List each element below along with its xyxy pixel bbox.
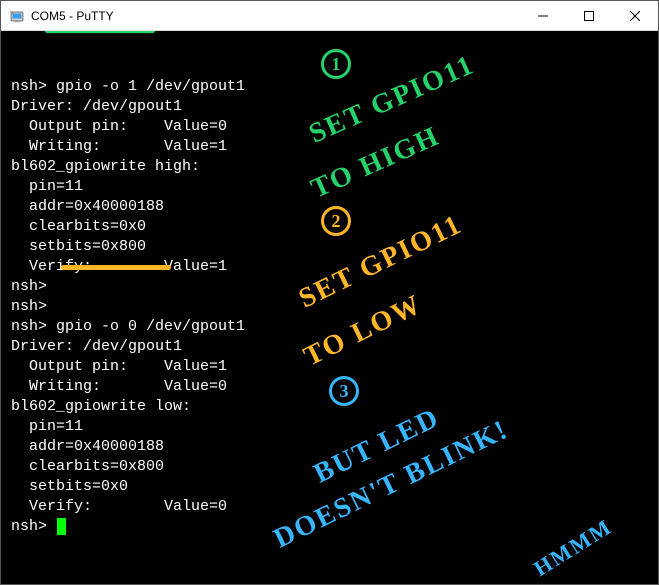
terminal-cursor: [57, 518, 66, 535]
terminal-line: nsh>: [11, 297, 648, 317]
terminal-line: Verify: Value=1: [11, 257, 648, 277]
annotation-number-1: 1: [321, 49, 351, 79]
window-controls: [520, 1, 658, 30]
maximize-button[interactable]: [566, 1, 612, 30]
terminal-line: Writing: Value=0: [11, 377, 648, 397]
terminal-area[interactable]: nsh> gpio -o 1 /dev/gpout1Driver: /dev/g…: [1, 31, 658, 584]
terminal-line: Driver: /dev/gpout1: [11, 337, 648, 357]
terminal-line: Output pin: Value=0: [11, 117, 648, 137]
terminal-line: addr=0x40000188: [11, 437, 648, 457]
annotation-number-1-text: 1: [332, 54, 341, 74]
terminal-line: bl602_gpiowrite high:: [11, 157, 648, 177]
terminal-line: setbits=0x0: [11, 477, 648, 497]
terminal-line: addr=0x40000188: [11, 197, 648, 217]
green-underline: [45, 31, 155, 33]
terminal-line: nsh> gpio -o 0 /dev/gpout1: [11, 317, 648, 337]
app-icon: [9, 8, 25, 24]
terminal-line: Output pin: Value=1: [11, 357, 648, 377]
annotation-dots: ...: [591, 579, 626, 584]
terminal-line: nsh>: [11, 277, 648, 297]
terminal-line: clearbits=0x0: [11, 217, 648, 237]
window-title: COM5 - PuTTY: [31, 9, 520, 23]
terminal-line: setbits=0x800: [11, 237, 648, 257]
terminal-line: nsh>: [11, 517, 648, 537]
terminal-line: Verify: Value=0: [11, 497, 648, 517]
terminal-line: pin=11: [11, 417, 648, 437]
minimize-button[interactable]: [520, 1, 566, 30]
close-button[interactable]: [612, 1, 658, 30]
putty-window: COM5 - PuTTY nsh> gpio -o 1 /dev/gpout1D…: [0, 0, 659, 585]
terminal-line: bl602_gpiowrite low:: [11, 397, 648, 417]
terminal-line: Writing: Value=1: [11, 137, 648, 157]
terminal-line: nsh> gpio -o 1 /dev/gpout1: [11, 77, 648, 97]
terminal-line: Driver: /dev/gpout1: [11, 97, 648, 117]
terminal-output: nsh> gpio -o 1 /dev/gpout1Driver: /dev/g…: [11, 77, 648, 537]
terminal-line: pin=11: [11, 177, 648, 197]
terminal-line: clearbits=0x800: [11, 457, 648, 477]
titlebar[interactable]: COM5 - PuTTY: [1, 1, 658, 31]
